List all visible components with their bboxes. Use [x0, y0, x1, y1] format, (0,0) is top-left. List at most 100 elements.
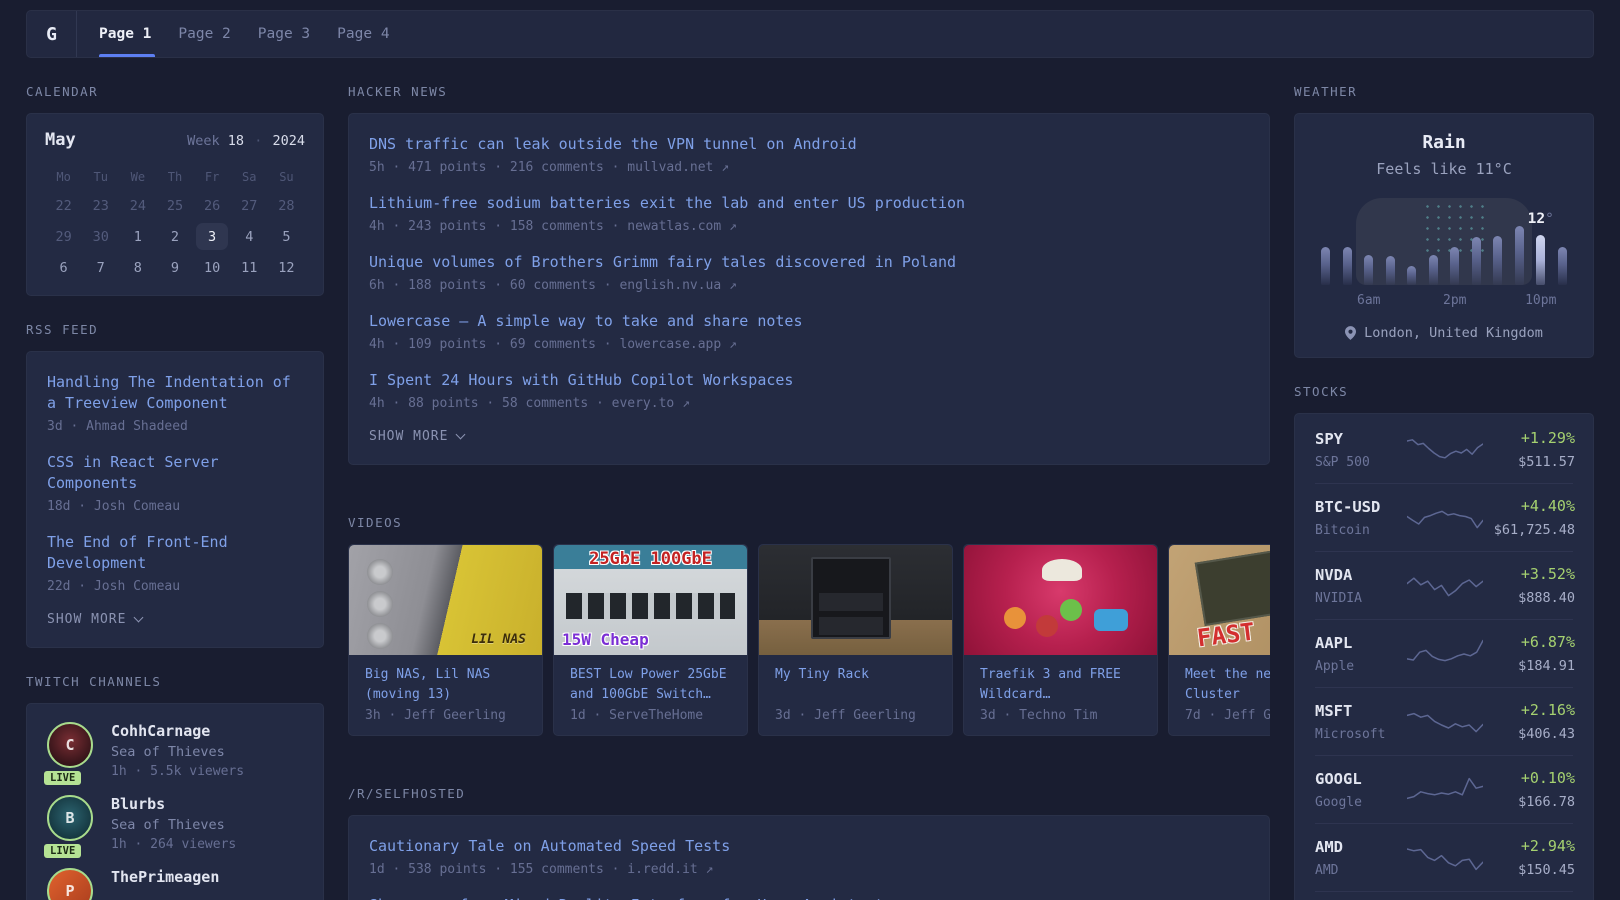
weather-hour-slot	[1509, 226, 1531, 285]
hn-item-link[interactable]: I Spent 24 Hours with GitHub Copilot Wor…	[369, 370, 793, 391]
rss-item-link[interactable]: Handling The Indentation of a Treeview C…	[47, 372, 303, 414]
weather-time-label: 2pm	[1443, 293, 1466, 308]
right-column: WEATHER Rain Feels like 11°C 6am2pm10pm1…	[1294, 58, 1594, 900]
weather-hour-slot: 6am	[1358, 255, 1380, 285]
calendar-day-selected: 3	[196, 223, 228, 250]
hackernews-section-title: HACKER NEWS	[348, 84, 1270, 99]
video-meta: 3h · Jeff Geerling	[365, 708, 526, 723]
video-thumbnail[interactable]: 25GbE 100GbE 15W Cheap	[554, 545, 747, 655]
reddit-widget: Cautionary Tale on Automated Speed Tests…	[348, 815, 1270, 900]
calendar-day: 22	[45, 192, 82, 219]
calendar-day: 25	[156, 192, 193, 219]
icon-blob	[1094, 609, 1128, 631]
reddit-item-link[interactable]: Showcase of my Mixed Reality Interface f…	[369, 895, 884, 900]
stock-row[interactable]: SPY S&P 500 +1.29% $511.57	[1315, 416, 1573, 483]
stock-row[interactable]: RDDT -1.65%	[1315, 891, 1573, 900]
rss-item: The End of Front-End Development 22d · J…	[47, 532, 303, 594]
stock-ticker: AAPL	[1315, 634, 1407, 652]
stock-row[interactable]: GOOGL Google +0.10% $166.78	[1315, 755, 1573, 823]
twitch-avatar[interactable]: B	[47, 795, 93, 841]
video-thumbnail[interactable]	[964, 545, 1157, 655]
stock-row[interactable]: AAPL Apple +6.87% $184.91	[1315, 619, 1573, 687]
weather-feels-like: Feels like 11°C	[1315, 160, 1573, 178]
video-title-link[interactable]: Traefik 3 and FREE Wildcard…	[980, 665, 1141, 705]
videos-section-title: VIDEOS	[348, 515, 1270, 530]
calendar-day: 10	[194, 254, 231, 281]
rss-show-more-button[interactable]: SHOW MORE	[47, 612, 303, 627]
stock-price: $888.40	[1483, 590, 1575, 606]
stock-sparkline	[1407, 702, 1483, 742]
stock-row[interactable]: NVDA NVIDIA +3.52% $888.40	[1315, 551, 1573, 619]
calendar-grid: MoTuWeThFrSaSu22232425262728293012345678…	[45, 166, 305, 281]
twitch-channel-name[interactable]: CohhCarnage	[111, 722, 244, 740]
tab-page-1[interactable]: Page 1	[99, 11, 151, 57]
twitch-channel-row[interactable]: P ThePrimeagen	[47, 868, 303, 900]
hn-item-meta: 6h · 188 points · 60 comments · english.…	[369, 278, 1249, 293]
video-title-link[interactable]: BEST Low Power 25GbE and 100GbE Switch…	[570, 665, 731, 705]
switch-ports-shape	[566, 593, 735, 619]
stock-ticker: MSFT	[1315, 702, 1407, 720]
calendar-day: 29	[45, 223, 82, 250]
rss-item-meta: 3d · Ahmad Shadeed	[47, 419, 303, 434]
video-title-link[interactable]: My Tiny Rack	[775, 665, 936, 685]
stock-row[interactable]: BTC-USD Bitcoin +4.40% $61,725.48	[1315, 483, 1573, 551]
thumbnail-overlay-text: 25GbE 100GbE	[554, 549, 747, 569]
calendar-weekday: Fr	[194, 166, 231, 188]
hn-item-link[interactable]: Lowercase – A simple way to take and sha…	[369, 311, 802, 332]
twitch-channel-name[interactable]: Blurbs	[111, 795, 236, 813]
weather-bar	[1493, 236, 1502, 285]
stock-price: $150.45	[1483, 862, 1575, 878]
weather-hour-slot	[1466, 237, 1488, 285]
rss-feed-widget: Handling The Indentation of a Treeview C…	[26, 351, 324, 648]
twitch-channel-row[interactable]: C LIVE CohhCarnage Sea of Thieves 1h · 5…	[47, 722, 303, 779]
calendar-weekday: Th	[156, 166, 193, 188]
thumbnail-overlay-text: FAST	[1196, 618, 1257, 653]
stock-price: $166.78	[1483, 794, 1575, 810]
hn-item-link[interactable]: Unique volumes of Brothers Grimm fairy t…	[369, 252, 956, 273]
calendar-day: 9	[156, 254, 193, 281]
rss-item: CSS in React Server Components 18d · Jos…	[47, 452, 303, 514]
tab-page-4[interactable]: Page 4	[337, 11, 389, 57]
video-thumbnail[interactable]: LIL NAS	[349, 545, 542, 655]
reddit-item-link[interactable]: Cautionary Tale on Automated Speed Tests	[369, 836, 730, 857]
calendar-week-label: Week 18 · 2024	[187, 133, 305, 149]
weather-section-title: WEATHER	[1294, 84, 1594, 99]
hn-item-link[interactable]: DNS traffic can leak outside the VPN tun…	[369, 134, 857, 155]
weather-widget: Rain Feels like 11°C 6am2pm10pm12° Londo…	[1294, 113, 1594, 358]
calendar-day: 1	[119, 223, 156, 250]
chevron-down-icon	[456, 430, 466, 440]
stock-change: +2.94%	[1483, 837, 1575, 855]
weather-bar	[1343, 247, 1352, 285]
weather-bar	[1558, 247, 1567, 285]
hn-item-link[interactable]: Lithium-free sodium batteries exit the l…	[369, 193, 965, 214]
video-meta: 3d · Jeff Geerling	[775, 708, 936, 723]
hn-item-meta: 5h · 471 points · 216 comments · mullvad…	[369, 160, 1249, 175]
video-title-link[interactable]: Big NAS, Lil NAS (moving 13)	[365, 665, 526, 705]
app-logo[interactable]: G	[27, 11, 77, 57]
stocks-widget: SPY S&P 500 +1.29% $511.57 BTC-USD Bitco…	[1294, 413, 1594, 900]
stock-ticker: GOOGL	[1315, 770, 1407, 788]
video-thumbnail[interactable]	[759, 545, 952, 655]
video-card: FAST Meet the new Linux Cluster 7d · Jef…	[1168, 544, 1270, 736]
video-thumbnail[interactable]: FAST	[1169, 545, 1270, 655]
stock-row[interactable]: AMD AMD +2.94% $150.45	[1315, 823, 1573, 891]
reddit-item-meta: 1d · 538 points · 155 comments · i.redd.…	[369, 862, 1249, 877]
twitch-avatar[interactable]: P	[47, 868, 93, 900]
tab-page-3[interactable]: Page 3	[258, 11, 310, 57]
rss-item-link[interactable]: CSS in React Server Components	[47, 452, 303, 494]
hn-show-more-button[interactable]: SHOW MORE	[369, 429, 1249, 444]
rss-item: Handling The Indentation of a Treeview C…	[47, 372, 303, 434]
video-title-link[interactable]: Meet the new Linux Cluster	[1185, 665, 1270, 705]
twitch-channel-name[interactable]: ThePrimeagen	[111, 868, 219, 886]
calendar-month: May	[45, 130, 76, 150]
weather-bar	[1450, 247, 1459, 285]
rss-item-link[interactable]: The End of Front-End Development	[47, 532, 303, 574]
calendar-day: 8	[119, 254, 156, 281]
twitch-avatar[interactable]: C	[47, 722, 93, 768]
twitch-channel-row[interactable]: B LIVE Blurbs Sea of Thieves 1h · 264 vi…	[47, 795, 303, 852]
tab-page-2[interactable]: Page 2	[178, 11, 230, 57]
twitch-section-title: TWITCH CHANNELS	[26, 674, 324, 689]
weather-bar-current	[1536, 235, 1545, 285]
stock-price: $61,725.48	[1483, 522, 1575, 538]
stock-row[interactable]: MSFT Microsoft +2.16% $406.43	[1315, 687, 1573, 755]
